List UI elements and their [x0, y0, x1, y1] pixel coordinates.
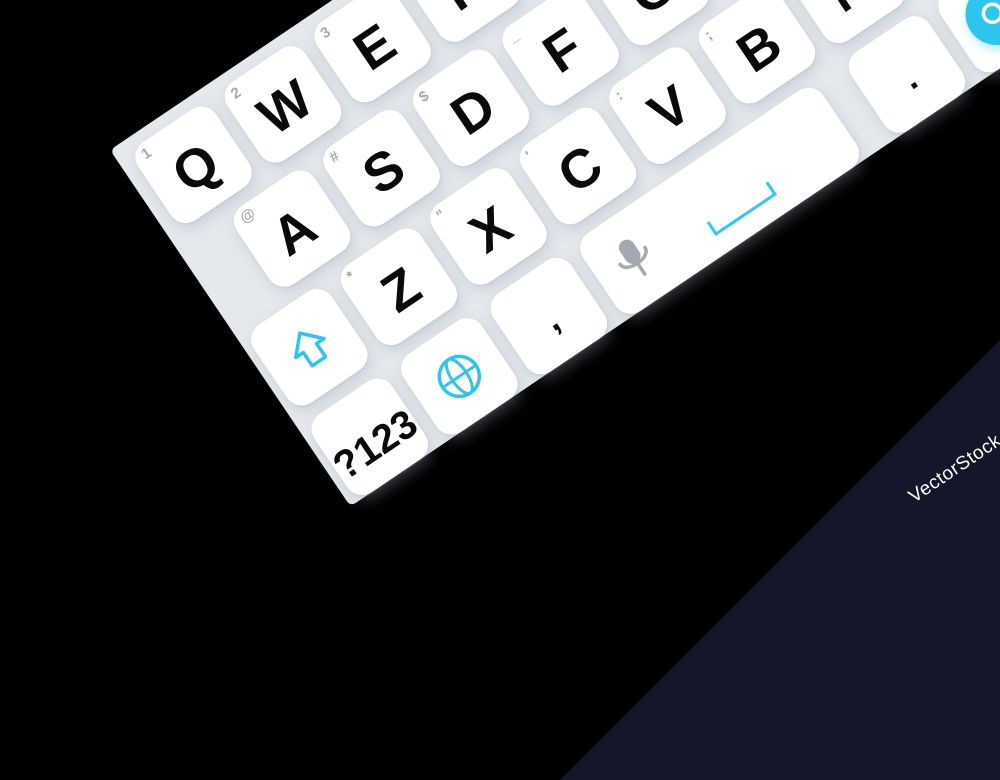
key-f-label: F	[532, 16, 594, 85]
key-b-label: B	[726, 12, 793, 85]
key-v-label: V	[638, 74, 702, 144]
period-key-label: .	[893, 57, 925, 98]
key-w-label: W	[247, 68, 324, 147]
key-e-label: E	[343, 12, 407, 83]
key-q-hint: 1	[138, 144, 155, 164]
key-c-hint: '	[522, 148, 536, 165]
virtual-keyboard: 1 Q 2 W 3 E 4 R 5 T 6 Y 7 U 8 I	[110, 0, 1000, 507]
key-z-label: Z	[370, 256, 432, 325]
key-s-label: S	[352, 136, 416, 207]
space-bar-icon	[706, 181, 778, 237]
key-z-hint: *	[343, 267, 358, 286]
comma-key-label: ,	[535, 299, 567, 339]
numbers-key-label: ?123	[325, 401, 426, 489]
key-g-label: G	[598, 0, 706, 39]
key-b-hint: ;	[701, 26, 716, 44]
search-icon	[953, 0, 1000, 58]
screen: 1 Q 2 W 3 E 4 R 5 T 6 Y 7 U 8 I	[0, 0, 1000, 780]
key-a-hint: @	[236, 204, 259, 227]
key-c-label: C	[547, 133, 614, 206]
key-a-label: A	[261, 196, 328, 268]
key-d-hint: $	[415, 87, 433, 107]
key-e-hint: 3	[317, 23, 334, 43]
key-d-label: D	[440, 75, 507, 147]
key-x-hint: "	[433, 206, 449, 225]
key-v-hint: :	[612, 87, 626, 104]
key-s-hint: #	[326, 147, 343, 167]
microphone-icon	[605, 228, 667, 293]
key-q-label: Q	[161, 131, 230, 205]
key-w-hint: 2	[227, 83, 245, 103]
key-x-label: X	[458, 194, 523, 265]
key-r-label: R	[410, 0, 518, 36]
key-f-hint: _	[505, 26, 522, 46]
